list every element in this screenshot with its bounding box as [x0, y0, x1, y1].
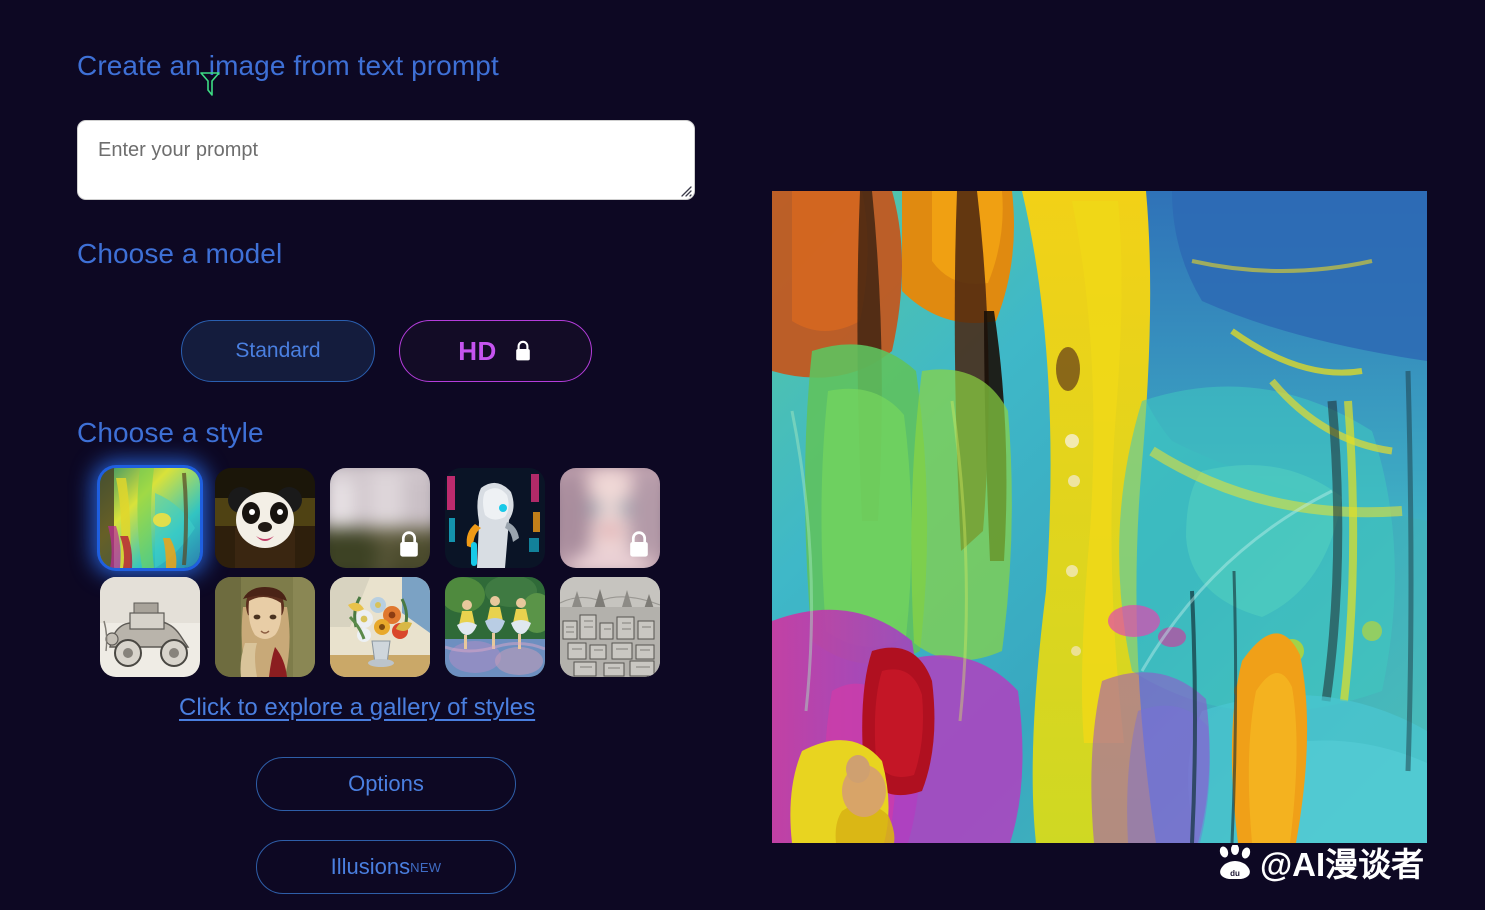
illusions-new-badge: NEW: [410, 859, 442, 875]
style-thumb-pencil-cityscape[interactable]: [560, 577, 660, 677]
style-thumb-panda-3d[interactable]: [215, 468, 315, 568]
controls-panel: Create an image from text prompt Choose …: [0, 0, 740, 910]
model-section-heading: Choose a model: [77, 238, 283, 269]
style-thumb-blurred-locked-portrait[interactable]: [560, 468, 660, 568]
thumbnail-image: [445, 577, 545, 677]
style-thumb-cyberpunk-robot[interactable]: [445, 468, 545, 568]
style-thumbnail-grid: [100, 468, 660, 677]
illusions-button-label: Illusions: [330, 854, 411, 879]
thumbnail-image: [215, 577, 315, 677]
prompt-input[interactable]: [77, 120, 695, 200]
illusions-button[interactable]: Illusions NEW: [256, 840, 516, 894]
style-thumb-ballerinas-impressionist[interactable]: [445, 577, 545, 677]
generated-image-preview[interactable]: [772, 191, 1427, 843]
thumbnail-image: [445, 468, 545, 568]
model-option-standard-label: Standard: [235, 339, 321, 362]
page-title: Create an image from text prompt: [77, 50, 499, 81]
style-thumb-pencil-sketch-car[interactable]: [100, 577, 200, 677]
lock-icon: [513, 339, 533, 363]
style-thumb-blurred-locked-landscape[interactable]: [330, 468, 430, 568]
lock-icon: [626, 529, 652, 560]
style-thumb-renaissance-portrait[interactable]: [215, 577, 315, 677]
thumbnail-image: [100, 468, 200, 568]
thumbnail-image: [215, 468, 315, 568]
style-section-heading: Choose a style: [77, 417, 264, 448]
gallery-link[interactable]: Click to explore a gallery of styles: [179, 694, 535, 722]
model-option-standard[interactable]: Standard: [181, 320, 375, 382]
style-thumb-still-life-flowers[interactable]: [330, 577, 430, 677]
model-option-hd[interactable]: HD: [399, 320, 592, 382]
watermark: du @AI漫谈者: [1216, 838, 1424, 886]
app-root: Create an image from text prompt Choose …: [0, 0, 1485, 910]
style-thumb-abstract-paint[interactable]: [100, 468, 200, 568]
svg-text:du: du: [1230, 869, 1240, 878]
baidu-paw-icon: du: [1216, 843, 1254, 880]
model-option-hd-label: HD: [458, 335, 497, 366]
watermark-text: @AI漫谈者: [1260, 846, 1425, 883]
options-button-label: Options: [348, 771, 424, 796]
thumbnail-image: [560, 577, 660, 677]
model-options: Standard HD: [181, 320, 592, 382]
options-button[interactable]: Options: [256, 757, 516, 811]
prompt-input-wrapper: [77, 120, 695, 200]
thumbnail-image: [100, 577, 200, 677]
thumbnail-image: [330, 577, 430, 677]
lock-icon: [396, 529, 422, 560]
